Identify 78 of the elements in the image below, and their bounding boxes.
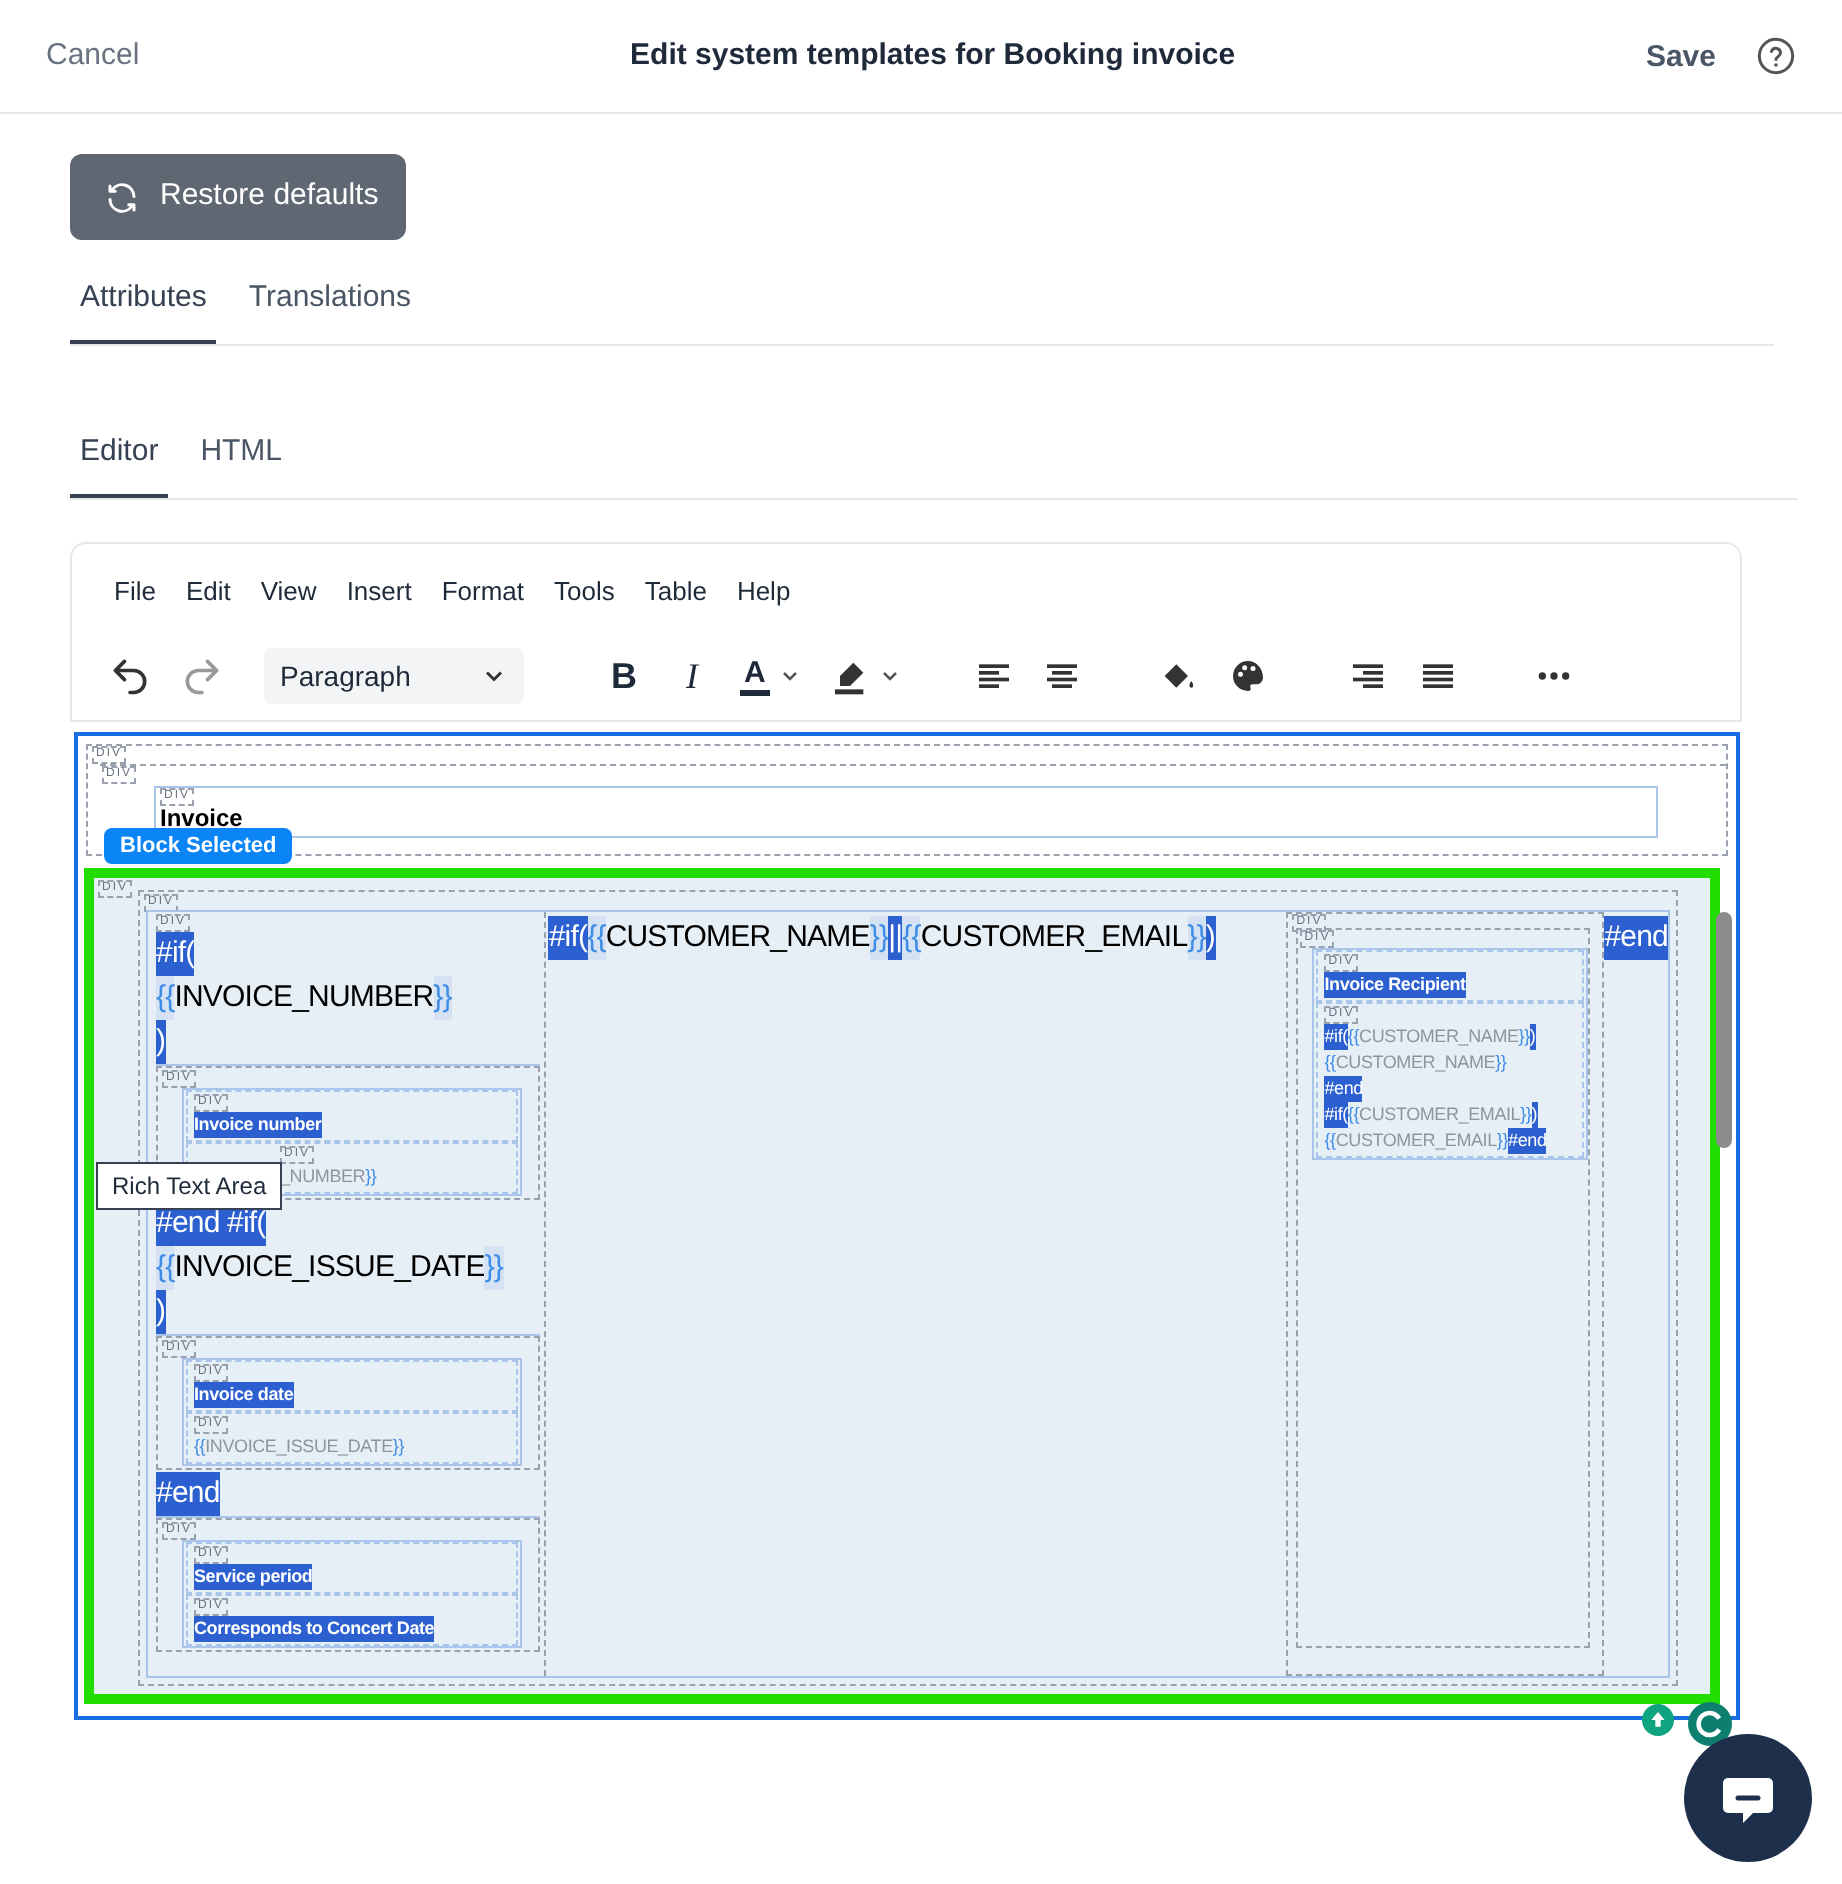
brace-token: }} [1520,1102,1532,1128]
brace-token: }} [869,916,889,960]
template-tag: ) [156,1020,166,1064]
brace-token: }} [365,1164,377,1190]
text-color-button[interactable]: A [740,657,770,695]
tab[interactable]: HTML [190,412,293,498]
field-label: Corresponds to Concert Date [194,1616,435,1642]
field-label: Service period [194,1564,313,1590]
help-icon[interactable] [1756,36,1796,76]
variable-text: INVOICE_NUMBER [174,978,434,1018]
tab[interactable]: Editor [70,412,169,498]
refresh-icon [104,179,140,215]
refresh-circle-icon[interactable] [1688,1702,1732,1746]
field-label: Invoice date [194,1382,294,1408]
template-tag: ) [1529,1024,1536,1050]
brace-token: {{ [194,1434,206,1460]
page-title: Edit system templates for Booking invoice [628,35,1238,76]
template-tag: ) [1205,916,1215,960]
brace-token: }} [1518,1024,1530,1050]
upload-icon[interactable] [1642,1704,1674,1736]
cancel-link[interactable]: Cancel [46,33,140,79]
variable-text: CUSTOMER_EMAIL [1335,1128,1497,1154]
brace-token: {{ [1324,1050,1336,1076]
template-tag: #if( [1324,1024,1348,1050]
field-label: Invoice Recipient [1324,972,1466,998]
brace-token: }} [1187,916,1206,960]
template-tag: #if( [548,916,588,960]
template-tag: #if( [1324,1102,1348,1128]
brace-token: {{ [156,1246,175,1290]
tooltip: Rich Text Area [96,1162,283,1210]
bold-button[interactable]: B [604,649,644,703]
menu-item[interactable]: Tools [554,572,615,632]
brace-token: }} [392,1434,405,1460]
block-format-dropdown[interactable]: Paragraph [264,648,524,704]
template-tag: #end [1508,1128,1547,1154]
menu-item[interactable]: Help [736,572,791,632]
brace-token: }} [484,1246,504,1290]
variable-text: CUSTOMER_NAME [1335,1050,1496,1076]
brace-token: }} [1495,1050,1507,1076]
template-tag: ) [1531,1102,1538,1128]
variable-text: _NUMBER [280,1164,366,1190]
template-tag: || [888,916,903,960]
redo-icon[interactable] [180,654,224,698]
save-button[interactable]: Save [1645,36,1716,82]
menu-item[interactable]: File [114,572,156,632]
menu-item[interactable]: View [260,572,317,632]
variable-text: CUSTOMER_NAME [1359,1024,1519,1050]
scrollbar-thumb[interactable] [1716,912,1732,1148]
italic-button[interactable]: I [672,649,712,703]
brace-token: {{ [902,916,921,960]
block-selected-badge: Block Selected [104,828,293,864]
variable-text: INVOICE_ISSUE_DATE [205,1434,393,1460]
menu-item[interactable]: Insert [346,572,412,632]
brace-token: }} [433,976,452,1020]
variable-text: CUSTOMER_EMAIL [1359,1102,1521,1128]
palette-icon[interactable] [1227,656,1268,696]
variable-text: CUSTOMER_EMAIL [920,918,1188,958]
undo-icon[interactable] [108,654,152,698]
brace-token: }} [1496,1128,1509,1154]
tab[interactable]: Attributes [70,258,217,344]
brace-token: {{ [1347,1102,1360,1128]
tab[interactable]: Translations [238,258,422,344]
menu-item[interactable]: Format [441,572,524,632]
brace-token: {{ [156,976,175,1020]
field-label: Invoice number [194,1112,322,1138]
template-tag: #end [156,1472,220,1516]
rich-text-area[interactable] [74,732,1740,1720]
menu-item[interactable]: Edit [185,572,231,632]
restore-defaults-button[interactable]: Restore defaults [70,154,406,240]
menu-item[interactable]: Table [644,572,707,632]
variable-text: CUSTOMER_NAME [605,918,870,958]
template-tag: #end [1604,916,1668,960]
variable-text: INVOICE_ISSUE_DATE [174,1248,485,1288]
template-tag: #end [1324,1076,1363,1102]
heading-text: Invoice [160,806,245,832]
template-tag: ) [156,1290,166,1334]
brace-token: {{ [1324,1128,1336,1154]
brace-token: {{ [1347,1024,1360,1050]
